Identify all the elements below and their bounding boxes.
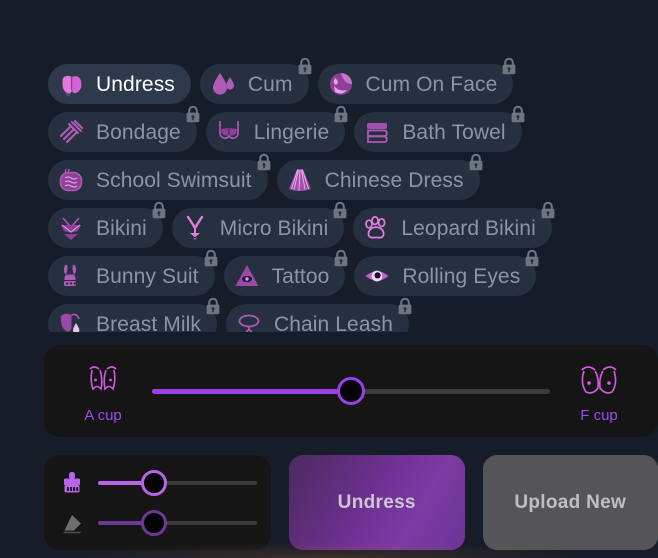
preset-chip-wrapper: Rolling Eyes xyxy=(354,249,539,296)
qipao-skirt-icon xyxy=(285,165,315,195)
preset-chip-bondage[interactable]: Bondage xyxy=(48,112,197,152)
preset-chip-wrapper: Chinese Dress xyxy=(276,153,482,200)
preset-chip-cum[interactable]: Cum xyxy=(199,64,309,104)
breast-size-slider[interactable] xyxy=(152,377,550,405)
preset-chip-tattoo[interactable]: Tattoo xyxy=(223,256,346,296)
small-breasts-icon xyxy=(81,359,125,403)
preset-chip-label: Breast Milk xyxy=(96,312,201,333)
micro-bikini-icon xyxy=(180,213,210,243)
preset-chip-bunny-suit[interactable]: Bunny Suit xyxy=(48,256,215,296)
preset-chip-lingerie[interactable]: Lingerie xyxy=(205,112,346,152)
brush-size-slider[interactable] xyxy=(98,469,257,496)
preset-chip-label: Cum On Face xyxy=(365,72,498,96)
swimsuit-icon xyxy=(56,165,86,195)
brush-icon xyxy=(58,469,86,497)
preset-chip-label: Rolling Eyes xyxy=(402,264,521,288)
preset-chip-row: School Swimsuit Chinese Dress xyxy=(48,153,658,204)
breast-size-thumb[interactable] xyxy=(337,377,365,405)
rope-coil-icon xyxy=(56,117,86,147)
preset-chip-wrapper: Breast Milk xyxy=(48,297,220,332)
paw-print-icon xyxy=(361,213,391,243)
preset-chip-chinese-dress[interactable]: Chinese Dress xyxy=(276,160,480,200)
preset-chip-wrapper: School Swimsuit xyxy=(48,153,270,200)
brush-controls-panel xyxy=(44,455,271,550)
preset-chip-label: School Swimsuit xyxy=(96,168,252,192)
milk-drop-icon xyxy=(56,309,86,332)
bunny-icon xyxy=(56,261,86,291)
preset-chip-wrapper: Cum On Face xyxy=(317,57,516,104)
preset-chip-rolling-eyes[interactable]: Rolling Eyes xyxy=(354,256,537,296)
preset-chip-wrapper: Micro Bikini xyxy=(171,201,347,248)
preset-chip-micro-bikini[interactable]: Micro Bikini xyxy=(171,208,345,248)
preset-chip-scroll-area[interactable]: Undress Cum Cum On Face Bondage Lingerie… xyxy=(0,0,658,332)
preset-chip-wrapper: Chain Leash xyxy=(225,297,412,333)
preset-chip-cum-on-face[interactable]: Cum On Face xyxy=(317,64,514,104)
undress-button[interactable]: Undress xyxy=(289,455,465,550)
preset-chip-wrapper: Lingerie xyxy=(205,105,348,152)
preset-chip-school-swimsuit[interactable]: School Swimsuit xyxy=(48,160,268,200)
preset-chip-label: Chain Leash xyxy=(273,312,393,333)
bra-icon xyxy=(214,117,244,147)
breast-size-max-end: F cup xyxy=(566,359,632,424)
preset-chip-wrapper: Bath Towel xyxy=(354,105,525,152)
preset-chip-row: Undress Cum Cum On Face xyxy=(48,57,658,108)
eraser-size-row xyxy=(58,509,257,537)
preset-chip-wrapper: Undress xyxy=(48,64,191,104)
breast-size-panel: A cup F cup xyxy=(44,345,658,437)
preset-chip-row: Bunny Suit Tattoo Rolling Eyes xyxy=(48,249,658,300)
preset-chip-undress[interactable]: Undress xyxy=(48,64,191,104)
breast-size-min-label: A cup xyxy=(84,406,122,424)
eraser-icon xyxy=(58,509,86,537)
preset-chip-label: Bikini xyxy=(96,216,147,240)
preset-chip-label: Cum xyxy=(247,72,293,96)
preset-chip-bikini[interactable]: Bikini xyxy=(48,208,163,248)
breast-size-max-label: F cup xyxy=(580,406,618,424)
preset-chip-row: Breast Milk Chain Leash xyxy=(48,297,658,333)
brush-size-row xyxy=(58,469,257,497)
large-breasts-icon xyxy=(575,359,623,403)
buttocks-icon xyxy=(56,69,86,99)
bikini-icon xyxy=(56,213,86,243)
preset-chip-wrapper: Cum xyxy=(199,57,311,104)
breast-size-track-fill xyxy=(152,388,351,394)
eraser-size-slider[interactable] xyxy=(98,509,257,536)
preset-chip-label: Bunny Suit xyxy=(96,264,199,288)
preset-chip-label: Bath Towel xyxy=(402,120,506,144)
preset-chip-chain-leash[interactable]: Chain Leash xyxy=(225,304,409,333)
eye-icon xyxy=(362,261,392,291)
face-splash-icon xyxy=(326,69,356,99)
preset-chip-wrapper: Bunny Suit xyxy=(48,249,217,296)
preset-chip-leopard-bikini[interactable]: Leopard Bikini xyxy=(353,208,552,248)
preset-chip-bath-towel[interactable]: Bath Towel xyxy=(354,112,522,152)
preset-chip-label: Bondage xyxy=(96,120,181,144)
preset-chip-label: Micro Bikini xyxy=(219,216,329,240)
preset-chip-label: Tattoo xyxy=(271,264,330,288)
brush-size-thumb[interactable] xyxy=(140,469,167,496)
preset-chip-wrapper: Tattoo xyxy=(223,249,348,296)
preset-chip-breast-milk[interactable]: Breast Milk xyxy=(48,304,217,332)
chain-collar-icon xyxy=(234,309,264,332)
preset-chip-wrapper: Bikini xyxy=(48,201,166,248)
preset-chip-label: Leopard Bikini xyxy=(401,216,536,240)
droplets-icon xyxy=(208,69,238,99)
folded-towel-icon xyxy=(362,117,392,147)
preset-chip-row: Bondage Lingerie Bath Towel xyxy=(48,105,658,156)
breast-size-min-end: A cup xyxy=(70,359,136,424)
preset-chip-wrapper: Bondage xyxy=(48,105,200,152)
preset-chip-label: Lingerie xyxy=(253,120,330,144)
preset-chip-label: Undress xyxy=(96,72,175,96)
eraser-size-thumb[interactable] xyxy=(140,509,167,536)
upload-new-button[interactable]: Upload New xyxy=(482,455,658,550)
triangle-eye-icon xyxy=(232,261,262,291)
preset-chip-wrapper: Leopard Bikini xyxy=(353,201,555,248)
preset-chip-label: Chinese Dress xyxy=(324,168,464,192)
preset-chip-row: Bikini Micro Bikini Leopard Bikini xyxy=(48,201,658,252)
bottom-action-bar: Undress Upload New xyxy=(44,455,658,550)
